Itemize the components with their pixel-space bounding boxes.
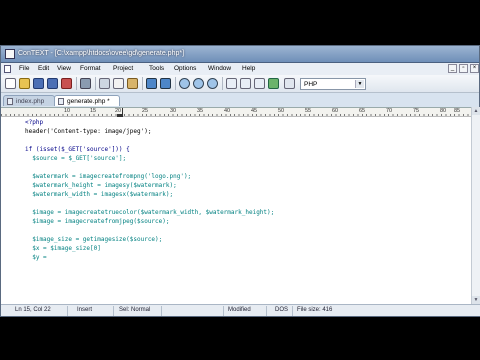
status-bar: Ln 15, Col 22 Insert Sel: Normal Modifie…: [1, 304, 480, 316]
indent-icon[interactable]: [240, 78, 251, 89]
menu-format[interactable]: Format: [80, 65, 101, 72]
language-value: PHP: [304, 81, 318, 88]
ruler-label: 65: [358, 108, 367, 114]
ruler-label: 15: [89, 108, 98, 114]
window-title: ConTEXT - [C:\xampp\htdocs\ovee\gd\gener…: [18, 50, 185, 57]
tab-label: index.php: [16, 98, 45, 105]
menu-bar: File Edit View Format Project Tools Opti…: [1, 63, 479, 75]
new-file-icon[interactable]: [5, 78, 16, 89]
file-size: File size: 416: [297, 307, 333, 313]
line-format: DOS: [275, 307, 289, 313]
status-divider: [161, 306, 162, 316]
file-icon: [58, 98, 64, 105]
chevron-down-icon[interactable]: ▼: [355, 80, 364, 88]
status-divider: [266, 306, 267, 316]
ruler-label: 80: [439, 108, 448, 114]
close-icon[interactable]: ×: [470, 64, 479, 73]
cut-icon[interactable]: [99, 78, 110, 89]
ruler-label: 10: [63, 108, 72, 114]
toolbar: PHP ▼: [1, 75, 479, 93]
ruler-label: 40: [223, 108, 232, 114]
menu-view[interactable]: View: [57, 65, 71, 72]
code-editor[interactable]: 10 15 20 25 30 35 40 45 50 55 60 65 70 7…: [1, 107, 471, 304]
language-select[interactable]: PHP ▼: [300, 78, 366, 90]
ruler-label: 25: [141, 108, 150, 114]
menu-project[interactable]: Project: [113, 65, 133, 72]
toolbar-separator: [76, 77, 77, 90]
ruler-label: 70: [385, 108, 394, 114]
code-line: $image = imagecreatefromjpeg($source);: [25, 218, 170, 225]
menu-edit[interactable]: Edit: [38, 65, 49, 72]
replace-icon[interactable]: [207, 78, 218, 89]
ruler-label: 75: [412, 108, 421, 114]
restore-icon[interactable]: ▫: [459, 64, 468, 73]
status-divider: [113, 306, 114, 316]
save-icon[interactable]: [33, 78, 44, 89]
paste-icon[interactable]: [127, 78, 138, 89]
status-divider: [67, 306, 68, 316]
ruler-label: 45: [250, 108, 259, 114]
ruler-label: 85: [453, 108, 462, 114]
code-line: $x = $image_size[0]: [25, 245, 101, 252]
modified-status: Modified: [228, 307, 251, 313]
code-line: $watermark = imagecreatefrompng('logo.pn…: [25, 173, 192, 180]
ruler-label: 35: [196, 108, 205, 114]
toolbar-separator: [95, 77, 96, 90]
ruler: 10 15 20 25 30 35 40 45 50 55 60 65 70 7…: [1, 108, 471, 117]
help-icon[interactable]: [284, 78, 295, 89]
find-icon[interactable]: [179, 78, 190, 89]
status-divider: [223, 306, 224, 316]
toolbar-separator: [222, 77, 223, 90]
tab-label: generate.php *: [67, 98, 110, 105]
app-icon: [5, 49, 15, 59]
selection-mode: Sel: Normal: [119, 307, 151, 313]
code-line: $source = $_GET['source'];: [25, 155, 127, 162]
toolbar-separator: [175, 77, 176, 90]
code-line: $watermark_height = imagesy($watermark);: [25, 182, 177, 189]
redo-icon[interactable]: [160, 78, 171, 89]
toolbar-separator: [142, 77, 143, 90]
code-line: $image_size = getimagesize($source);: [25, 236, 163, 243]
menu-options[interactable]: Options: [174, 65, 196, 72]
ruler-label: 60: [331, 108, 340, 114]
open-file-icon[interactable]: [19, 78, 30, 89]
document-icon[interactable]: [4, 65, 11, 73]
close-file-icon[interactable]: [61, 78, 72, 89]
find-next-icon[interactable]: [193, 78, 204, 89]
tab-bar: index.php generate.php *: [1, 93, 479, 107]
undo-icon[interactable]: [146, 78, 157, 89]
minimize-icon[interactable]: _: [448, 64, 457, 73]
save-all-icon[interactable]: [47, 78, 58, 89]
word-wrap-icon[interactable]: [226, 78, 237, 89]
code-line: if (isset($_GET['source'])) {: [25, 146, 130, 153]
tab-index-php[interactable]: index.php: [3, 95, 55, 106]
menu-file[interactable]: File: [19, 65, 29, 72]
vertical-scrollbar[interactable]: ▲ ▼: [471, 107, 480, 304]
print-icon[interactable]: [80, 78, 91, 89]
copy-icon[interactable]: [113, 78, 124, 89]
code-line: <?php: [25, 119, 44, 126]
code-line: $y =: [25, 254, 47, 261]
file-icon: [7, 98, 13, 105]
cursor-position: Ln 15, Col 22: [15, 307, 51, 313]
tab-generate-php[interactable]: generate.php *: [54, 95, 120, 106]
title-bar[interactable]: ConTEXT - [C:\xampp\htdocs\ovee\gd\gener…: [1, 46, 479, 63]
ruler-label: 55: [304, 108, 313, 114]
menu-help[interactable]: Help: [242, 65, 255, 72]
ruler-label: 30: [169, 108, 178, 114]
insert-mode: Insert: [77, 307, 93, 313]
code-line: header('Content-type: image/jpeg');: [25, 128, 152, 135]
scroll-down-icon[interactable]: ▼: [472, 296, 480, 304]
ruler-label: 50: [277, 108, 286, 114]
status-divider: [292, 306, 293, 316]
outdent-icon[interactable]: [254, 78, 265, 89]
ruler-label: 20: [114, 108, 123, 114]
scroll-up-icon[interactable]: ▲: [472, 107, 480, 115]
editor-window: ConTEXT - [C:\xampp\htdocs\ovee\gd\gener…: [0, 45, 480, 317]
code-line: $image = imagecreatetruecolor($watermark…: [25, 209, 275, 216]
menu-tools[interactable]: Tools: [149, 65, 164, 72]
code-line: $watermark_width = imagesx($watermark);: [25, 191, 174, 198]
run-icon[interactable]: [268, 78, 279, 89]
menu-window[interactable]: Window: [208, 65, 231, 72]
